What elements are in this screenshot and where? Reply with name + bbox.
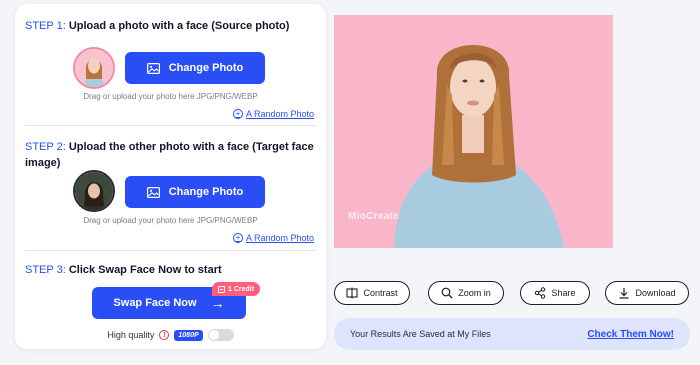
credit-icon <box>218 285 225 293</box>
source-random-photo-link[interactable]: + A Random Photo <box>232 109 314 119</box>
zoom-in-label: Zoom in <box>458 288 491 298</box>
divider <box>25 125 316 126</box>
credit-label: 1 Credit <box>228 285 255 293</box>
results-saved-text: Your Results Are Saved at My Files <box>350 329 491 339</box>
arrow-right-icon: → <box>210 295 225 311</box>
change-photo-label: Change Photo <box>168 62 244 74</box>
resolution-badge: 1080P <box>174 329 203 341</box>
check-them-now-link[interactable]: Check Them Now! <box>587 329 674 340</box>
source-photo-avatar[interactable] <box>73 47 115 89</box>
zoom-in-button[interactable]: Zoom in <box>428 281 504 305</box>
divider <box>25 250 316 251</box>
info-icon[interactable]: ! <box>159 330 170 340</box>
step-2-text: Upload the other photo with a face (Targ… <box>68 141 314 153</box>
compare-icon <box>346 287 359 299</box>
share-icon <box>535 287 546 299</box>
change-target-photo-button[interactable]: Change Photo <box>125 176 265 208</box>
high-quality-label: High quality <box>107 330 155 340</box>
step-1-number: STEP 1: <box>25 20 66 32</box>
target-photo-avatar[interactable] <box>73 170 115 212</box>
step-2-title: STEP 2: Upload the other photo with a fa… <box>25 139 315 171</box>
swap-face-now-label: Swap Face Now <box>113 297 197 309</box>
high-quality-toggle[interactable] <box>207 329 234 341</box>
upload-panel: STEP 1: Upload a photo with a face (Sour… <box>15 4 326 349</box>
contrast-button[interactable]: Contrast <box>334 281 410 305</box>
watermark: MioCreate <box>348 211 400 222</box>
plus-circle-icon: + <box>232 233 243 243</box>
change-source-photo-button[interactable]: Change Photo <box>125 52 265 84</box>
random-photo-label: A Random Photo <box>245 233 314 243</box>
results-saved-bar: Your Results Are Saved at My Files Check… <box>334 318 690 350</box>
source-upload-hint: Drag or upload your photo here JPG/PNG/W… <box>83 92 258 101</box>
share-label: Share <box>551 288 576 298</box>
image-icon <box>146 62 160 74</box>
step-2-number: STEP 2: <box>25 141 66 153</box>
step-2-text-line2: image) <box>25 157 61 169</box>
step-3-text: Click Swap Face Now to start <box>68 264 222 276</box>
share-button[interactable]: Share <box>520 281 590 305</box>
download-button[interactable]: Download <box>605 281 689 305</box>
change-photo-label: Change Photo <box>168 186 244 198</box>
download-icon <box>619 288 629 299</box>
toggle-knob <box>208 330 219 340</box>
search-icon <box>441 287 453 299</box>
step-1-text: Upload a photo with a face (Source photo… <box>68 20 290 32</box>
credit-badge: 1 Credit <box>212 282 261 296</box>
step-3-title: STEP 3: Click Swap Face Now to start <box>25 262 222 278</box>
target-upload-hint: Drag or upload your photo here JPG/PNG/W… <box>83 216 258 225</box>
target-random-photo-link[interactable]: + A Random Photo <box>232 233 314 243</box>
image-icon <box>146 186 160 198</box>
step-1-title: STEP 1: Upload a photo with a face (Sour… <box>25 18 289 34</box>
download-label: Download <box>635 288 676 298</box>
contrast-label: Contrast <box>363 288 398 298</box>
plus-circle-icon: + <box>232 109 243 119</box>
step-3-number: STEP 3: <box>25 264 66 276</box>
random-photo-label: A Random Photo <box>245 109 314 119</box>
high-quality-row: High quality ! 1080P <box>15 329 326 341</box>
